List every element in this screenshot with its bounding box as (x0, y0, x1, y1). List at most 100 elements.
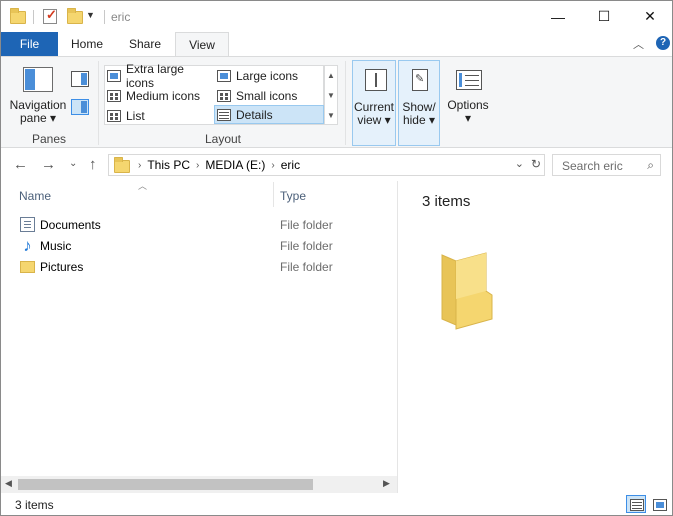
address-dropdown-icon[interactable]: ⌄ (515, 157, 524, 170)
collapse-ribbon-icon[interactable]: ︿ (633, 36, 644, 52)
layout-gallery: Extra large icons Large icons Medium ico… (104, 62, 324, 125)
gallery-up-icon[interactable]: ▲ (325, 66, 337, 86)
extra-large-icons-icon (107, 69, 121, 82)
layout-medium-icons[interactable]: Medium icons (105, 86, 215, 105)
scroll-right-icon[interactable]: ▶ (383, 478, 390, 489)
layout-details[interactable]: Details (214, 105, 324, 124)
explorer-window: ▼ eric — ☐ ✕ File Home Share View ︿ ? Na… (0, 0, 673, 516)
large-icons-view-icon[interactable] (649, 495, 669, 513)
properties-icon[interactable] (43, 7, 57, 24)
status-bar: 3 items (1, 493, 672, 515)
breadcrumb-media[interactable]: MEDIA (E:) (205, 158, 265, 172)
column-header-type[interactable]: Type (280, 189, 306, 203)
scroll-left-icon[interactable]: ◀ (5, 478, 12, 489)
search-input[interactable]: Search eric ⌕ (552, 154, 661, 176)
navigation-pane-icon[interactable] (23, 67, 53, 92)
maximize-button[interactable]: ☐ (581, 1, 627, 32)
tab-share[interactable]: Share (122, 32, 168, 56)
customize-qat-icon[interactable]: ▼ (86, 10, 95, 20)
breadcrumb-this-pc[interactable]: This PC (147, 158, 190, 172)
group-separator (98, 61, 99, 145)
file-type: File folder (280, 238, 333, 253)
file-name: Music (40, 238, 72, 253)
minimize-button[interactable]: — (535, 1, 581, 32)
file-name: Pictures (40, 259, 84, 274)
list-item[interactable]: Documents File folder (15, 214, 385, 235)
show-hide-icon (412, 69, 428, 91)
gallery-down-icon[interactable]: ▼ (325, 86, 337, 106)
search-icon[interactable]: ⌕ (647, 158, 654, 173)
layout-list[interactable]: List (105, 106, 215, 125)
forward-arrow-icon[interactable]: → (41, 156, 56, 173)
layout-group-label: Layout (204, 132, 242, 146)
tab-file[interactable]: File (1, 32, 58, 56)
back-arrow-icon[interactable]: ← (13, 156, 28, 173)
navigation-bar: ← → ⌄ ↑ › This PC › MEDIA (E:) › eric ⌄ … (1, 149, 672, 181)
qat-separator (104, 10, 105, 24)
status-item-count: 3 items (15, 498, 54, 512)
recent-locations-icon[interactable]: ⌄ (69, 158, 77, 169)
tab-home[interactable]: Home (64, 32, 110, 56)
layout-item-label: Medium icons (126, 88, 201, 103)
qat-separator (33, 10, 34, 24)
details-view-icon[interactable] (626, 495, 646, 513)
preview-pane-icon[interactable] (71, 71, 89, 87)
options-icon[interactable] (456, 70, 482, 90)
file-type: File folder (280, 259, 333, 274)
layout-item-label: List (126, 108, 145, 123)
folder-icon (114, 157, 130, 173)
small-icons-icon (217, 89, 231, 102)
list-item[interactable]: ♪ Music File folder (15, 235, 385, 256)
refresh-icon[interactable]: ↻ (531, 157, 541, 171)
layout-small-icons[interactable]: Small icons (215, 86, 323, 105)
medium-icons-icon (107, 89, 121, 102)
breadcrumb-eric[interactable]: eric (281, 158, 300, 172)
panes-group-label: Panes (31, 132, 67, 146)
layout-extra-large-icons[interactable]: Extra large icons (105, 62, 215, 90)
current-view-button[interactable]: Current view ▾ (352, 60, 396, 146)
file-list: ︿ Name Type Documents File folder ♪ Musi… (1, 181, 397, 481)
column-divider[interactable] (273, 182, 274, 207)
options-button[interactable]: Options ▾ (443, 99, 493, 125)
list-icon (107, 109, 121, 122)
show-hide-label: Show/ hide ▾ (402, 100, 436, 127)
large-icons-icon (217, 69, 231, 82)
address-bar[interactable]: › This PC › MEDIA (E:) › eric ⌄ ↻ (108, 154, 545, 176)
layout-item-label: Large icons (236, 68, 299, 83)
help-icon[interactable]: ? (656, 36, 670, 50)
up-arrow-icon[interactable]: ↑ (89, 156, 97, 173)
window-title: eric (111, 10, 131, 24)
file-name: Documents (40, 217, 101, 232)
show-hide-button[interactable]: Show/ hide ▾ (398, 60, 440, 146)
chevron-right-icon[interactable]: › (271, 160, 274, 171)
chevron-right-icon[interactable]: › (196, 160, 199, 171)
details-pane: 3 items (397, 181, 672, 493)
horizontal-scrollbar[interactable]: ◀ ▶ (1, 476, 397, 493)
list-item[interactable]: Pictures File folder (15, 256, 385, 277)
file-type: File folder (280, 217, 333, 232)
group-separator (345, 61, 346, 145)
chevron-right-icon[interactable]: › (138, 160, 141, 171)
title-bar: ▼ eric — ☐ ✕ (1, 1, 672, 32)
search-placeholder: Search eric (562, 159, 623, 173)
layout-large-icons[interactable]: Large icons (215, 66, 323, 85)
documents-icon (20, 217, 35, 232)
gallery-more-icon[interactable]: ▼ (325, 106, 337, 126)
item-count-heading: 3 items (422, 193, 471, 210)
ribbon-tabs: File Home Share View (1, 32, 672, 57)
column-header-name[interactable]: Name (19, 189, 51, 203)
current-view-icon (365, 69, 387, 91)
pictures-folder-icon (20, 261, 35, 273)
scrollbar-thumb[interactable] (18, 479, 313, 490)
layout-item-label: Small icons (236, 88, 298, 103)
layout-item-label: Details (236, 107, 273, 122)
current-view-label: Current view ▾ (353, 100, 394, 127)
gallery-scroll[interactable]: ▲ ▼ ▼ (324, 65, 338, 125)
ribbon: Navigation pane ▾ Panes Extra large icon… (1, 56, 672, 148)
tab-view[interactable]: View (175, 32, 229, 57)
details-pane-icon[interactable] (71, 99, 89, 115)
folder-icon (441, 252, 493, 330)
close-button[interactable]: ✕ (627, 1, 672, 32)
navigation-pane-button[interactable]: Navigation pane ▾ (7, 99, 69, 125)
sort-indicator-icon: ︿ (138, 181, 148, 191)
